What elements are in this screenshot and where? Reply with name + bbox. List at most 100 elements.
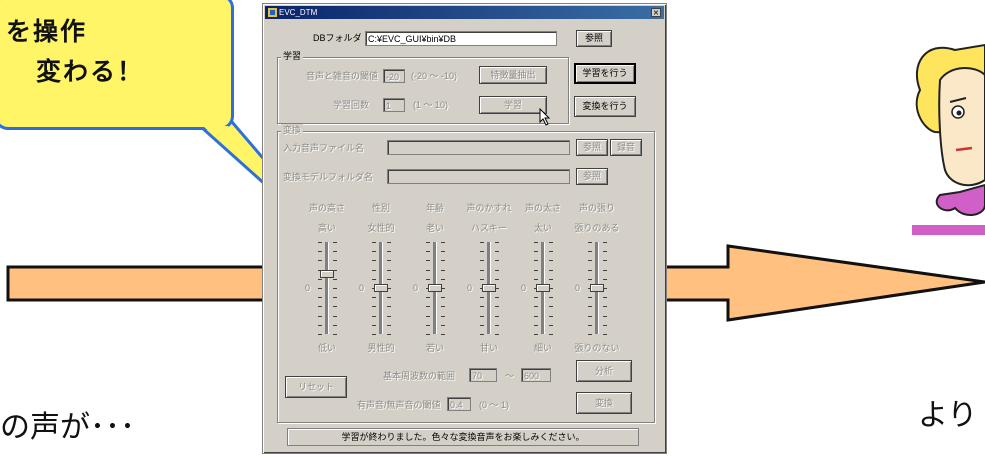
slider-zero-label: 0: [575, 283, 581, 293]
convert-button[interactable]: 変換: [576, 392, 632, 414]
slider-tick: [603, 325, 607, 326]
slider-tick: [480, 260, 484, 261]
slider-thumb[interactable]: [320, 270, 334, 278]
slider-tick: [588, 270, 592, 271]
slider-tick: [495, 270, 499, 271]
slider-name-label: 声の高さ: [308, 203, 345, 213]
slider-zero-label: 0: [413, 283, 419, 293]
callout-line1: を操作: [6, 17, 88, 46]
slider-tick: [333, 251, 337, 252]
slider-tick: [387, 306, 391, 307]
slider-tick: [480, 270, 484, 271]
slider-tick: [495, 279, 499, 280]
slider-tick: [588, 334, 592, 335]
slider-tick: [603, 251, 607, 252]
slider-name-label: 声の太さ: [524, 203, 561, 213]
slider-tick: [426, 297, 430, 298]
right-caption: より: [918, 398, 978, 433]
slider-tick: [441, 242, 445, 243]
slider-tick: [495, 242, 499, 243]
slider-tick: [387, 334, 391, 335]
slider-tick: [441, 316, 445, 317]
slider-tick: [318, 242, 322, 243]
slider-tick: [426, 334, 430, 335]
slider-tick: [372, 325, 376, 326]
slider-top-label: 太い: [533, 223, 552, 233]
slider-tick: [372, 306, 376, 307]
slider-tick: [549, 260, 553, 261]
slider-tick: [495, 306, 499, 307]
slider-tick: [588, 279, 592, 280]
slider-tick: [534, 242, 538, 243]
f0-range-label: 基本周波数の範囲: [383, 371, 456, 381]
slider-thumb[interactable]: [590, 284, 604, 292]
slider-tick: [426, 242, 430, 243]
slider-tick: [534, 297, 538, 298]
slider-top-label: 老い: [425, 223, 444, 233]
slider-bottom-label: 男性的: [367, 343, 395, 353]
slider-tick: [426, 270, 430, 271]
slider-tick: [549, 270, 553, 271]
slider-tick: [387, 325, 391, 326]
slider-tick: [318, 306, 322, 307]
cartoon-woman-image: [912, 43, 985, 235]
slider-tick: [333, 242, 337, 243]
slider-tick: [318, 325, 322, 326]
slider-tick: [387, 251, 391, 252]
slider-tick: [333, 334, 337, 335]
f0-min-field[interactable]: 70: [469, 368, 497, 382]
slider-tick: [603, 270, 607, 271]
slider-tick: [549, 316, 553, 317]
slider-name-label: 性別: [371, 203, 390, 213]
callout-line2: 変わる！: [36, 57, 145, 86]
slider-tick: [480, 242, 484, 243]
slider-thumb[interactable]: [428, 284, 442, 292]
slider-tick: [426, 251, 430, 252]
slider-tick: [441, 270, 445, 271]
slider-tick: [534, 306, 538, 307]
evc-dtm-window: EVC_DTM × DBフォルダ C:¥EVC_GUI¥bin¥DB 参照 学習…: [262, 3, 667, 454]
slider-tick: [603, 242, 607, 243]
slider-thumb[interactable]: [374, 284, 388, 292]
slider-tick: [588, 242, 592, 243]
f0-max-field[interactable]: 600: [521, 368, 551, 382]
slider-tick: [318, 288, 322, 289]
slider-tick: [387, 297, 391, 298]
slider-tick: [534, 251, 538, 252]
slider-tick: [387, 260, 391, 261]
vuv-range: (0 ～ 1): [479, 400, 510, 410]
slider-tick: [318, 297, 322, 298]
slider-track[interactable]: [325, 242, 329, 334]
slider-tick: [480, 325, 484, 326]
slider-tick: [603, 306, 607, 307]
slider-tick: [534, 316, 538, 317]
slider-tick: [588, 260, 592, 261]
slider-tick: [372, 260, 376, 261]
slider-tick: [549, 251, 553, 252]
slider-top-label: ハスキー: [470, 223, 507, 233]
slider-thumb[interactable]: [536, 284, 550, 292]
slider-tick: [588, 316, 592, 317]
slider-bottom-label: 若い: [425, 343, 444, 353]
slider-tick: [318, 260, 322, 261]
slider-tick: [387, 316, 391, 317]
slider-tick: [333, 325, 337, 326]
slider-tick: [441, 334, 445, 335]
slider-tick: [549, 297, 553, 298]
slider-tick: [549, 242, 553, 243]
slider-tick: [372, 270, 376, 271]
slider-tick: [495, 297, 499, 298]
analyze-button[interactable]: 分析: [576, 360, 632, 382]
slider-tick: [549, 306, 553, 307]
slider-tick: [480, 279, 484, 280]
slider-bottom-label: 細い: [533, 343, 552, 353]
slider-tick: [495, 334, 499, 335]
slider-tick: [480, 316, 484, 317]
reset-button[interactable]: リセット: [285, 376, 347, 398]
slider-thumb[interactable]: [482, 284, 496, 292]
slider-tick: [549, 334, 553, 335]
slider-tick: [441, 325, 445, 326]
slider-tick: [318, 334, 322, 335]
slider-zero-label: 0: [359, 283, 365, 293]
vuv-field[interactable]: 0.4: [447, 397, 471, 411]
